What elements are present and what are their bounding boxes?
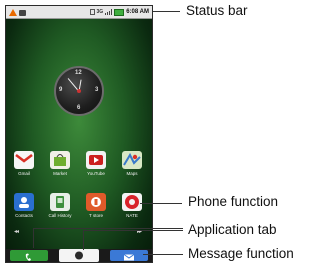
call-history-icon[interactable] xyxy=(50,193,70,211)
app-label-youtube: YouTube xyxy=(87,171,105,176)
app-launcher-icon xyxy=(75,251,83,260)
clock-number: 12 xyxy=(75,70,82,76)
drag-handle-icon: ◂◂ xyxy=(14,229,19,235)
app-label-maps: Maps xyxy=(126,171,138,176)
bottom-dock xyxy=(6,249,152,262)
app-label-tstore: T store xyxy=(89,213,103,218)
signal-icon xyxy=(105,9,113,15)
warning-icon xyxy=(9,8,17,16)
callout-line-phone-vertical xyxy=(33,228,34,248)
clock-number: 9 xyxy=(59,87,63,93)
application-tab-button[interactable] xyxy=(59,249,99,262)
status-time: 6:08 AM xyxy=(126,9,149,15)
analog-clock-widget[interactable]: 12 3 6 9 xyxy=(54,66,104,116)
callout-line-message-function xyxy=(143,254,183,255)
app-label-contacts: Contacts xyxy=(15,213,33,218)
phone-icon xyxy=(25,253,31,261)
maps-icon[interactable] xyxy=(122,151,142,169)
market-icon[interactable] xyxy=(50,151,70,169)
usb-icon xyxy=(19,9,26,16)
youtube-icon[interactable] xyxy=(86,151,106,169)
callout-line-app-vertical xyxy=(83,230,84,250)
clock-number: 6 xyxy=(77,105,81,111)
message-button[interactable] xyxy=(110,250,148,261)
network-type: 3G xyxy=(96,9,104,15)
nate-icon[interactable] xyxy=(122,193,142,211)
label-phone-function: Phone function xyxy=(188,194,279,209)
tstore-icon[interactable] xyxy=(86,193,106,211)
gmail-icon[interactable] xyxy=(14,151,34,169)
app-label-gmail: Gmail xyxy=(18,171,30,176)
status-bar: 3G 6:08 AM xyxy=(6,6,152,19)
label-message-function: Message function xyxy=(188,246,294,261)
label-status-bar: Status bar xyxy=(186,3,248,18)
callout-line-application-tab xyxy=(83,230,183,231)
callout-line-phone-horizontal xyxy=(33,228,183,229)
label-application-tab: Application tab xyxy=(188,222,277,237)
app-label-nate: NATE xyxy=(126,213,138,218)
callout-line-status-bar xyxy=(153,11,180,12)
app-label-call-history: Call History xyxy=(48,213,72,218)
phone-button[interactable] xyxy=(10,250,48,261)
sim-icon xyxy=(89,9,95,15)
clock-hub xyxy=(77,89,81,93)
battery-icon xyxy=(114,8,125,16)
clock-number: 3 xyxy=(95,87,99,93)
contacts-icon[interactable] xyxy=(14,193,34,211)
callout-line-phone-function xyxy=(140,203,182,204)
phone-screen: 3G 6:08 AM 12 3 6 9 Gmail Market YouTube… xyxy=(5,5,153,263)
app-label-market: Market xyxy=(53,171,67,176)
